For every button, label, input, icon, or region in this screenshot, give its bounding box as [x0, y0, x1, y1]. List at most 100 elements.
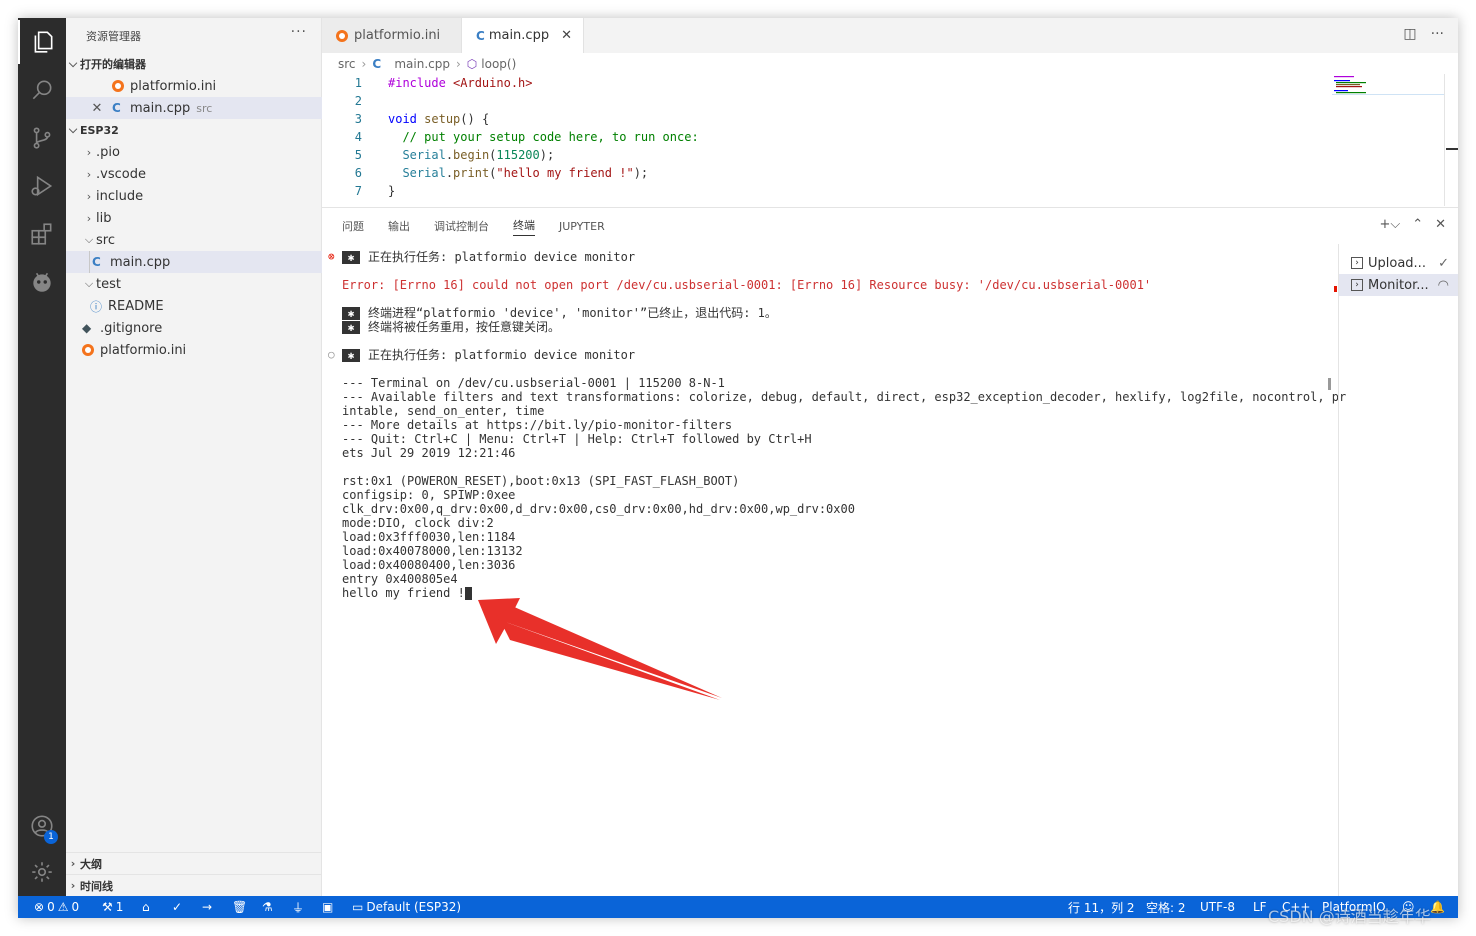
terminal-output[interactable]: ⊗ ✱ 正在执行任务: platformio device monitor Err… [322, 244, 1346, 897]
cpp-file-icon: C [372, 57, 382, 71]
platformio-icon[interactable] [18, 260, 66, 304]
pio-upload-icon[interactable]: → [202, 896, 212, 918]
workspace-section[interactable]: ⌵ ESP32 [66, 119, 322, 141]
extensions-icon[interactable] [18, 212, 66, 256]
platformio-file-icon [82, 344, 94, 356]
chevron-down-icon: ⌵ [68, 123, 78, 136]
accounts-icon[interactable]: 1 [18, 804, 66, 848]
cpp-file-icon: C [476, 28, 485, 43]
file-platformio-ini[interactable]: platformio.ini [66, 339, 322, 361]
tab-platformio-ini[interactable]: platformio.ini [322, 18, 462, 53]
open-editors-section[interactable]: ⌵ 打开的编辑器 [66, 53, 322, 75]
indentation[interactable]: 空格: 2 [1146, 896, 1186, 918]
timeline-section[interactable]: › 时间线 [66, 874, 322, 896]
env-selector[interactable]: ▭ Default (ESP32) [352, 896, 461, 918]
more-actions-icon[interactable]: ··· [1431, 26, 1444, 42]
more-actions-icon[interactable]: ··· [291, 24, 307, 40]
notifications-icon[interactable]: 🔔 [1430, 896, 1445, 918]
tab-output[interactable]: 输出 [388, 218, 410, 234]
tab-jupyter[interactable]: JUPYTER [559, 220, 605, 233]
code-line: 6 Serial. print("hello my friend !"); [354, 166, 649, 180]
problems-indicator[interactable]: ⊗ 0 ⚠ 0 [34, 896, 79, 918]
warning-icon: ⚠ [57, 900, 69, 914]
maximize-panel-icon[interactable]: ⌃ [1412, 217, 1423, 232]
terminal-scrollbar[interactable] [1328, 378, 1331, 390]
tab-debug-console[interactable]: 调试控制台 [434, 218, 489, 234]
eol[interactable]: LF [1253, 896, 1267, 918]
folder-include[interactable]: › include [66, 185, 322, 207]
pio-plug-icon[interactable]: ⏚ [292, 896, 304, 918]
terminal-line: load:0x40078000,len:13132 [342, 544, 523, 558]
terminal-instances: › Upload... ✓ › Monitor... ◠ [1338, 244, 1458, 897]
chevron-down-icon: ⌵ [68, 57, 78, 70]
close-icon[interactable]: ✕ [90, 101, 104, 116]
terminal-instance-monitor[interactable]: › Monitor... ◠ [1339, 274, 1458, 296]
cursor-position[interactable]: 行 11，列 2 [1068, 896, 1135, 918]
chevron-right-icon: › [86, 211, 92, 225]
indent-guide [89, 251, 90, 273]
source-control-icon[interactable] [18, 116, 66, 160]
git-diamond-icon: ◆ [82, 321, 92, 335]
folder-test[interactable]: ⌵ test [66, 273, 322, 295]
code-line: 1 #include <Arduino.h> [354, 76, 533, 90]
open-editor-platformio[interactable]: platformio.ini [66, 75, 322, 97]
folder-lib[interactable]: › lib [66, 207, 322, 229]
terminal-line: --- Available filters and text transform… [342, 390, 1347, 404]
tab-terminal[interactable]: 终端 [513, 217, 535, 236]
terminal-icon: › [1351, 279, 1363, 291]
explorer-icon[interactable] [18, 20, 66, 64]
pio-clean-icon[interactable]: 🗑 [232, 896, 247, 918]
search-icon[interactable] [18, 68, 66, 112]
terminal-task-line: ✱ 正在执行任务: platformio device monitor [342, 250, 635, 264]
terminal-line: rst:0x1 (POWERON_RESET),boot:0x13 (SPI_F… [342, 474, 740, 488]
breadcrumb-symbol[interactable]: loop() [481, 57, 516, 71]
outline-section[interactable]: › 大纲 [66, 852, 322, 874]
folder-vscode[interactable]: › .vscode [66, 163, 322, 185]
file-main-cpp[interactable]: C main.cpp [66, 251, 322, 273]
chevron-right-icon: › [361, 57, 367, 71]
run-debug-icon[interactable] [18, 164, 66, 208]
breadcrumb-folder[interactable]: src [338, 57, 356, 71]
terminal-icon: › [1351, 257, 1363, 269]
pio-terminal-icon[interactable]: ▣ [322, 896, 333, 918]
encoding[interactable]: UTF-8 [1200, 896, 1235, 918]
pio-home-icon[interactable]: ⌂ [142, 896, 150, 918]
panel-tabs: 问题 输出 调试控制台 终端 JUPYTER [342, 208, 605, 244]
file-gitignore[interactable]: ◆ .gitignore [66, 317, 322, 339]
file-readme[interactable]: ⓘ README [66, 295, 322, 317]
cpp-file-icon: C [112, 101, 121, 115]
close-panel-icon[interactable]: ✕ [1435, 217, 1446, 232]
terminal-error-line: Error: [Errno 16] could not open port /d… [342, 278, 1152, 292]
editor-scrollbar[interactable] [1444, 74, 1458, 206]
pio-build-icon[interactable]: ✓ [172, 896, 182, 918]
bottom-panel: 问题 输出 调试控制台 终端 JUPYTER +⌵ ⌃ ✕ ⊗ ✱ 正在执行任务:… [322, 207, 1458, 897]
code-editor[interactable]: 1 #include <Arduino.h> 2 3 void setup() { … [322, 74, 1458, 206]
terminal-line: intable, send_on_enter, time [342, 404, 545, 418]
task-star-icon: ✱ [342, 307, 360, 320]
info-icon: ⓘ [90, 299, 103, 314]
terminal-instance-upload[interactable]: › Upload... ✓ [1339, 252, 1458, 274]
terminal-ended-line: ✱ 终端将被任务重用，按任意键关闭。 [342, 320, 560, 334]
tab-problems[interactable]: 问题 [342, 218, 364, 234]
ports-indicator[interactable]: ⚒ 1 [102, 896, 123, 918]
chevron-down-icon: ⌵ [84, 277, 94, 290]
loading-icon: ◠ [1437, 277, 1449, 293]
gear-icon[interactable] [18, 850, 66, 894]
terminal-hello-line: hello my friend ! [342, 586, 472, 600]
tab-main-cpp[interactable]: C main.cpp ✕ [462, 18, 584, 53]
breadcrumb-file[interactable]: main.cpp [394, 57, 450, 71]
new-terminal-icon[interactable]: +⌵ [1379, 217, 1400, 232]
task-star-icon: ✱ [342, 349, 360, 362]
minimap[interactable] [1332, 74, 1444, 114]
terminal-cursor [464, 587, 472, 600]
terminal-ended-line: ✱ 终端进程“platformio 'device', 'monitor'”已终止… [342, 306, 777, 320]
close-icon[interactable]: ✕ [561, 28, 572, 43]
open-editor-main-cpp[interactable]: ✕ C main.cpp src [66, 97, 322, 119]
folder-pio[interactable]: › .pio [66, 141, 322, 163]
split-editor-icon[interactable]: ◫ [1403, 26, 1416, 42]
platformio-file-icon [336, 29, 348, 42]
error-marker [1334, 286, 1337, 292]
task-star-icon: ✱ [342, 321, 360, 334]
pio-test-icon[interactable]: ⚗ [262, 896, 273, 918]
folder-src[interactable]: ⌵ src [66, 229, 322, 251]
